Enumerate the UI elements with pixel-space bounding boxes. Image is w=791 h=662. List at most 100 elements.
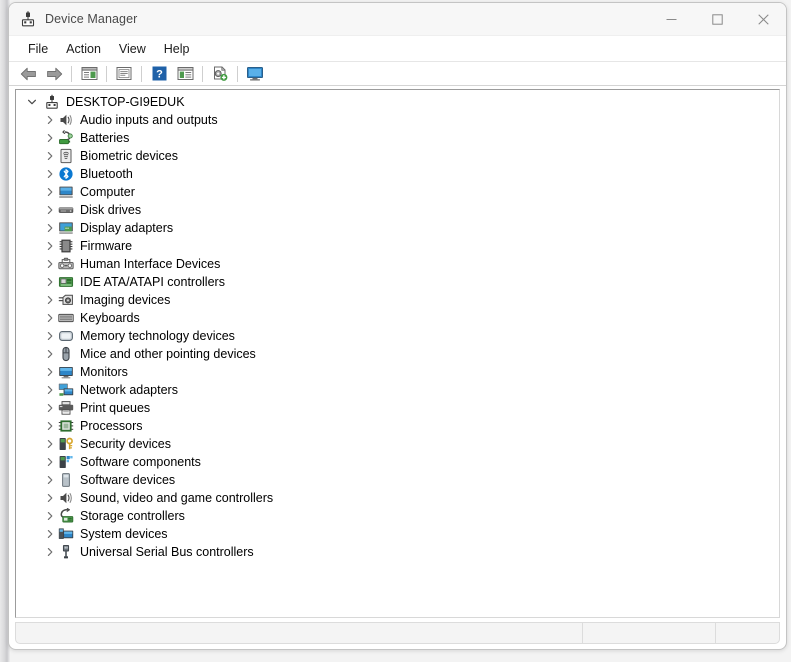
disk-drive-icon <box>58 202 74 218</box>
statusbar <box>15 622 780 644</box>
tree-item-software-components[interactable]: Software components <box>16 453 779 471</box>
chevron-right-icon[interactable] <box>42 400 58 416</box>
menu-action[interactable]: Action <box>57 40 110 58</box>
tree-item-label: Software components <box>80 455 201 469</box>
tree-item-system-devices[interactable]: System devices <box>16 525 779 543</box>
chevron-right-icon[interactable] <box>42 220 58 236</box>
tree-item-label: Print queues <box>80 401 151 415</box>
chevron-right-icon[interactable] <box>42 148 58 164</box>
chevron-right-icon[interactable] <box>42 472 58 488</box>
tree-item-firmware[interactable]: Firmware <box>16 237 779 255</box>
display-device-icon[interactable] <box>242 63 268 85</box>
toolbar-separator-4 <box>202 65 203 82</box>
chevron-right-icon[interactable] <box>42 130 58 146</box>
menu-help[interactable]: Help <box>155 40 199 58</box>
toolbar-separator-1 <box>71 65 72 82</box>
tree-item-audio-inputs-and-outputs[interactable]: Audio inputs and outputs <box>16 111 779 129</box>
chevron-right-icon[interactable] <box>42 544 58 560</box>
chevron-right-icon[interactable] <box>42 310 58 326</box>
tree-item-bluetooth[interactable]: Bluetooth <box>16 165 779 183</box>
tree-item-label: System devices <box>80 527 168 541</box>
tree-item-universal-serial-bus-controllers[interactable]: Universal Serial Bus controllers <box>16 543 779 561</box>
chevron-right-icon[interactable] <box>42 418 58 434</box>
mouse-icon <box>58 346 74 362</box>
security-device-icon <box>58 436 74 452</box>
chevron-right-icon[interactable] <box>42 202 58 218</box>
tree-item-label: IDE ATA/ATAPI controllers <box>80 275 225 289</box>
printer-icon <box>58 400 74 416</box>
system-device-icon <box>58 526 74 542</box>
chevron-right-icon[interactable] <box>42 274 58 290</box>
device-manager-icon <box>20 11 36 27</box>
chevron-right-icon[interactable] <box>42 346 58 362</box>
chevron-right-icon[interactable] <box>42 166 58 182</box>
tree-item-label: Sound, video and game controllers <box>80 491 274 505</box>
help-icon[interactable]: ? <box>146 63 172 85</box>
tree-item-label: Computer <box>80 185 135 199</box>
tree-item-display-adapters[interactable]: Display adapters <box>16 219 779 237</box>
tree-item-storage-controllers[interactable]: Storage controllers <box>16 507 779 525</box>
tree-item-network-adapters[interactable]: Network adapters <box>16 381 779 399</box>
chevron-right-icon[interactable] <box>42 436 58 452</box>
toolbar-separator-5 <box>237 65 238 82</box>
tree-item-keyboards[interactable]: Keyboards <box>16 309 779 327</box>
hid-icon <box>58 256 74 272</box>
tree-item-software-devices[interactable]: Software devices <box>16 471 779 489</box>
computer-node-icon <box>44 94 60 110</box>
menu-file[interactable]: File <box>19 40 57 58</box>
chevron-right-icon[interactable] <box>42 508 58 524</box>
tree-item-monitors[interactable]: Monitors <box>16 363 779 381</box>
statusbar-segment-2 <box>583 623 716 643</box>
chevron-right-icon[interactable] <box>42 328 58 344</box>
tree-item-batteries[interactable]: Batteries <box>16 129 779 147</box>
window-titlebar: Device Manager <box>9 3 786 36</box>
storage-controller-icon <box>58 508 74 524</box>
chevron-right-icon[interactable] <box>42 364 58 380</box>
tree-item-imaging-devices[interactable]: Imaging devices <box>16 291 779 309</box>
tree-item-label: Mice and other pointing devices <box>80 347 256 361</box>
tree-item-disk-drives[interactable]: Disk drives <box>16 201 779 219</box>
tree-item-biometric-devices[interactable]: Biometric devices <box>16 147 779 165</box>
chevron-right-icon[interactable] <box>42 382 58 398</box>
tree-item-human-interface-devices[interactable]: Human Interface Devices <box>16 255 779 273</box>
statusbar-segment-message <box>16 623 583 643</box>
tree-item-label: Display adapters <box>80 221 174 235</box>
chevron-right-icon[interactable] <box>42 490 58 506</box>
svg-text:?: ? <box>156 69 163 81</box>
chevron-right-icon[interactable] <box>42 292 58 308</box>
tree-item-processors[interactable]: Processors <box>16 417 779 435</box>
tree-item-label: Security devices <box>80 437 172 451</box>
tree-root-node[interactable]: DESKTOP-GI9EDUK <box>16 93 779 111</box>
show-hide-console-tree-icon[interactable] <box>76 63 102 85</box>
memory-device-icon <box>58 328 74 344</box>
tree-item-memory-technology-devices[interactable]: Memory technology devices <box>16 327 779 345</box>
close-button[interactable] <box>740 3 786 35</box>
tree-item-sound-video-and-game-controllers[interactable]: Sound, video and game controllers <box>16 489 779 507</box>
tree-item-computer[interactable]: Computer <box>16 183 779 201</box>
maximize-button[interactable] <box>694 3 740 35</box>
tree-item-label: Audio inputs and outputs <box>80 113 218 127</box>
chevron-right-icon[interactable] <box>42 454 58 470</box>
software-device-icon <box>58 472 74 488</box>
minimize-button[interactable] <box>648 3 694 35</box>
chevron-down-icon[interactable] <box>24 94 40 110</box>
tree-item-label: Human Interface Devices <box>80 257 221 271</box>
toolbar: ? <box>9 62 786 86</box>
chevron-right-icon[interactable] <box>42 256 58 272</box>
chevron-right-icon[interactable] <box>42 184 58 200</box>
tree-item-mice-and-other-pointing-devices[interactable]: Mice and other pointing devices <box>16 345 779 363</box>
scan-for-hardware-changes-icon[interactable] <box>207 63 233 85</box>
chevron-right-icon[interactable] <box>42 238 58 254</box>
menu-view[interactable]: View <box>110 40 155 58</box>
forward-arrow-icon[interactable] <box>41 63 67 85</box>
update-driver-icon[interactable] <box>172 63 198 85</box>
chevron-right-icon[interactable] <box>42 112 58 128</box>
tree-item-print-queues[interactable]: Print queues <box>16 399 779 417</box>
properties-icon[interactable] <box>111 63 137 85</box>
tree-item-ide-ata-atapi-controllers[interactable]: IDE ATA/ATAPI controllers <box>16 273 779 291</box>
tree-item-label: Batteries <box>80 131 130 145</box>
tree-item-security-devices[interactable]: Security devices <box>16 435 779 453</box>
back-arrow-icon[interactable] <box>15 63 41 85</box>
chevron-right-icon[interactable] <box>42 526 58 542</box>
device-tree-pane[interactable]: DESKTOP-GI9EDUK Audio inputs and outputs… <box>15 89 780 618</box>
